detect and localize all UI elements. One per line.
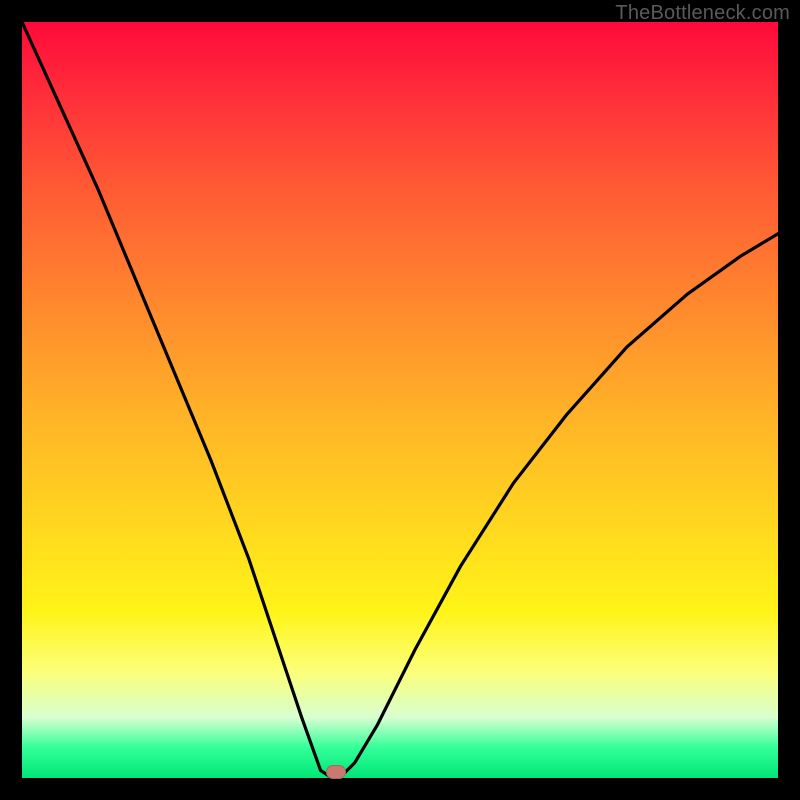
plot-area	[22, 22, 778, 778]
curve-path	[22, 22, 778, 778]
chart-frame: TheBottleneck.com	[0, 0, 800, 800]
watermark-text: TheBottleneck.com	[615, 2, 790, 25]
bottleneck-curve	[22, 22, 778, 778]
optimal-marker	[326, 765, 346, 779]
